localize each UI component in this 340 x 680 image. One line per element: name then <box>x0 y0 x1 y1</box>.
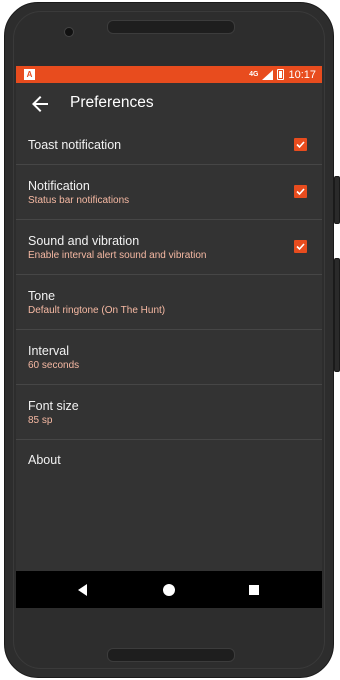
pref-tone[interactable]: Tone Default ringtone (On The Hunt) <box>16 275 322 330</box>
pref-summary: Enable interval alert sound and vibratio… <box>28 250 207 261</box>
square-recents-icon[interactable] <box>245 581 263 599</box>
network-type-label: 4G <box>249 71 259 78</box>
app-notification-icon: A <box>24 69 35 80</box>
arrow-left-icon[interactable] <box>28 92 52 116</box>
checkbox-checked-icon[interactable] <box>294 185 307 198</box>
pref-notification[interactable]: Notification Status bar notifications <box>16 165 322 220</box>
power-button[interactable] <box>334 176 340 224</box>
earpiece-speaker <box>107 20 235 34</box>
navigation-bar <box>16 571 322 608</box>
pref-toast-notification[interactable]: Toast notification <box>16 125 322 165</box>
bottom-speaker <box>107 648 235 662</box>
pref-title: Toast notification <box>28 138 122 152</box>
checkbox-checked-icon[interactable] <box>294 138 307 151</box>
volume-rocker[interactable] <box>334 258 340 372</box>
pref-title: Sound and vibration <box>28 234 140 248</box>
battery-icon <box>277 69 285 80</box>
pref-interval[interactable]: Interval 60 seconds <box>16 330 322 385</box>
pref-summary: Default ringtone (On The Hunt) <box>28 305 166 316</box>
circle-home-icon[interactable] <box>160 581 178 599</box>
pref-font-size[interactable]: Font size 85 sp <box>16 385 322 440</box>
front-camera <box>64 27 74 37</box>
pref-title: Font size <box>28 399 79 413</box>
pref-summary: 60 seconds <box>28 360 80 371</box>
status-indicators: 4G 10:17 <box>249 66 316 83</box>
pref-title: Interval <box>28 344 69 358</box>
toolbar: Preferences <box>16 83 322 125</box>
pref-title: Notification <box>28 179 90 193</box>
pref-summary: 85 sp <box>28 415 53 426</box>
pref-sound-and-vibration[interactable]: Sound and vibration Enable interval aler… <box>16 220 322 275</box>
status-bar: A 4G 10:17 <box>16 66 322 83</box>
status-time: 10:17 <box>288 68 316 81</box>
page-title: Preferences <box>70 94 154 111</box>
signal-icon <box>262 69 274 80</box>
pref-title: Tone <box>28 289 56 303</box>
pref-title: About <box>28 453 61 467</box>
pref-summary: Status bar notifications <box>28 195 130 206</box>
pref-about[interactable]: About <box>16 440 322 480</box>
screen: A 4G 10:17 Preferences Toast notificatio… <box>16 66 322 608</box>
checkbox-checked-icon[interactable] <box>294 240 307 253</box>
triangle-back-icon[interactable] <box>74 581 92 599</box>
preferences-list: Toast notification Notification Status b… <box>16 125 322 480</box>
